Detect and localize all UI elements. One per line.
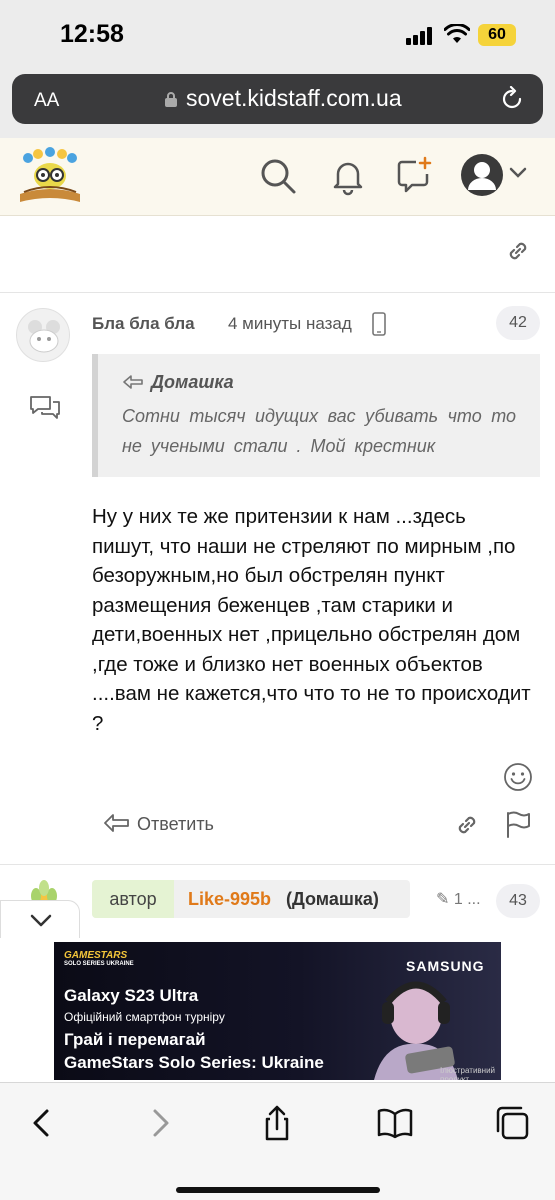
battery-indicator: 60 (478, 24, 516, 46)
lock-icon (165, 92, 177, 107)
permalink-icon[interactable] (454, 812, 480, 838)
reload-icon[interactable] (499, 86, 525, 112)
post-body: Ну у них те же притензии к нам ...здесь … (92, 505, 531, 735)
ad-brand: GAMESTARS SOLO SERIES UKRAINE (64, 950, 134, 967)
post-author-name[interactable]: Бла бла бла (92, 314, 195, 334)
permalink-icon[interactable] (505, 238, 531, 264)
quote-author: Домашка (151, 372, 234, 392)
mobile-device-icon (372, 312, 386, 336)
back-icon[interactable] (24, 1105, 60, 1141)
quote-text: Сотни тысяч идущих вас убивать что то не… (122, 406, 516, 456)
quote-header[interactable]: Домашка (122, 372, 516, 393)
collapse-ad-button[interactable] (0, 900, 80, 938)
author-badge: автор (92, 880, 174, 918)
quoted-message: Домашка Сотни тысяч идущих вас убивать ч… (92, 354, 540, 477)
cellular-signal-icon (406, 27, 436, 45)
ad-disclaimer: Ілюстративний продукт (440, 1066, 496, 1080)
report-flag-icon[interactable] (505, 810, 531, 838)
reply-icon[interactable] (102, 812, 130, 836)
bookmarks-icon[interactable] (377, 1105, 413, 1141)
site-logo[interactable] (16, 146, 84, 206)
ad-cta: Грай і перемагай (64, 1030, 206, 1049)
browser-toolbar (0, 1082, 555, 1200)
address-bar[interactable]: AA sovet.kidstaff.com.ua (12, 74, 543, 124)
ad-subline: Офіційний смартфон турніру (64, 1010, 225, 1024)
smile-reaction-icon[interactable] (503, 762, 533, 792)
post-number-badge[interactable]: 42 (496, 306, 540, 340)
chevron-down-icon (30, 914, 52, 927)
site-header (0, 138, 555, 216)
home-indicator (176, 1187, 380, 1193)
reply-button[interactable]: Ответить (137, 814, 214, 835)
ad-brand-name: GAMESTARS (64, 950, 128, 961)
edit-info: 1 ... (453, 891, 481, 908)
quote-reply-icon (123, 375, 143, 389)
tabs-icon[interactable] (494, 1105, 530, 1141)
ad-brand-sub: SOLO SERIES UKRAINE (64, 961, 134, 967)
ad-image (374, 981, 458, 1080)
edit-indicator: ✎ 1 ... (436, 889, 481, 909)
url-text[interactable]: sovet.kidstaff.com.ua (186, 85, 402, 112)
post-divider (0, 864, 555, 865)
post-time: 4 минуты назад (228, 314, 352, 333)
status-time: 12:58 (60, 20, 124, 48)
pencil-icon: ✎ (436, 891, 450, 908)
username[interactable]: Like-995b (188, 889, 271, 910)
ad-event: GameStars Solo Series: Ukraine (64, 1053, 324, 1072)
author-tag[interactable]: автор Like-995b (Домашка) (92, 880, 410, 918)
browser-address-area: AA sovet.kidstaff.com.ua (0, 66, 555, 138)
quoted-username[interactable]: (Домашка) (286, 889, 379, 910)
search-icon[interactable] (258, 156, 298, 196)
chevron-down-icon[interactable] (508, 166, 528, 180)
new-message-icon[interactable] (394, 156, 434, 196)
user-avatar-icon[interactable] (461, 154, 503, 196)
post-number-badge[interactable]: 43 (496, 884, 540, 918)
post-divider (0, 292, 555, 293)
share-icon[interactable] (259, 1105, 295, 1141)
bell-icon[interactable] (328, 156, 368, 196)
status-bar: 12:58 60 (0, 0, 555, 66)
text-size-button[interactable]: AA (34, 86, 59, 112)
forward-icon[interactable] (142, 1105, 178, 1141)
private-message-icon[interactable] (28, 394, 62, 420)
post-author-avatar[interactable] (16, 308, 70, 362)
ad-container: GAMESTARS SOLO SERIES UKRAINE SAMSUNG Ga… (0, 938, 555, 1082)
ad-banner[interactable]: GAMESTARS SOLO SERIES UKRAINE SAMSUNG Ga… (54, 942, 501, 1080)
ad-headline: Galaxy S23 Ultra (64, 986, 199, 1005)
wifi-icon (444, 24, 470, 43)
text-size-label: AA (34, 90, 60, 111)
